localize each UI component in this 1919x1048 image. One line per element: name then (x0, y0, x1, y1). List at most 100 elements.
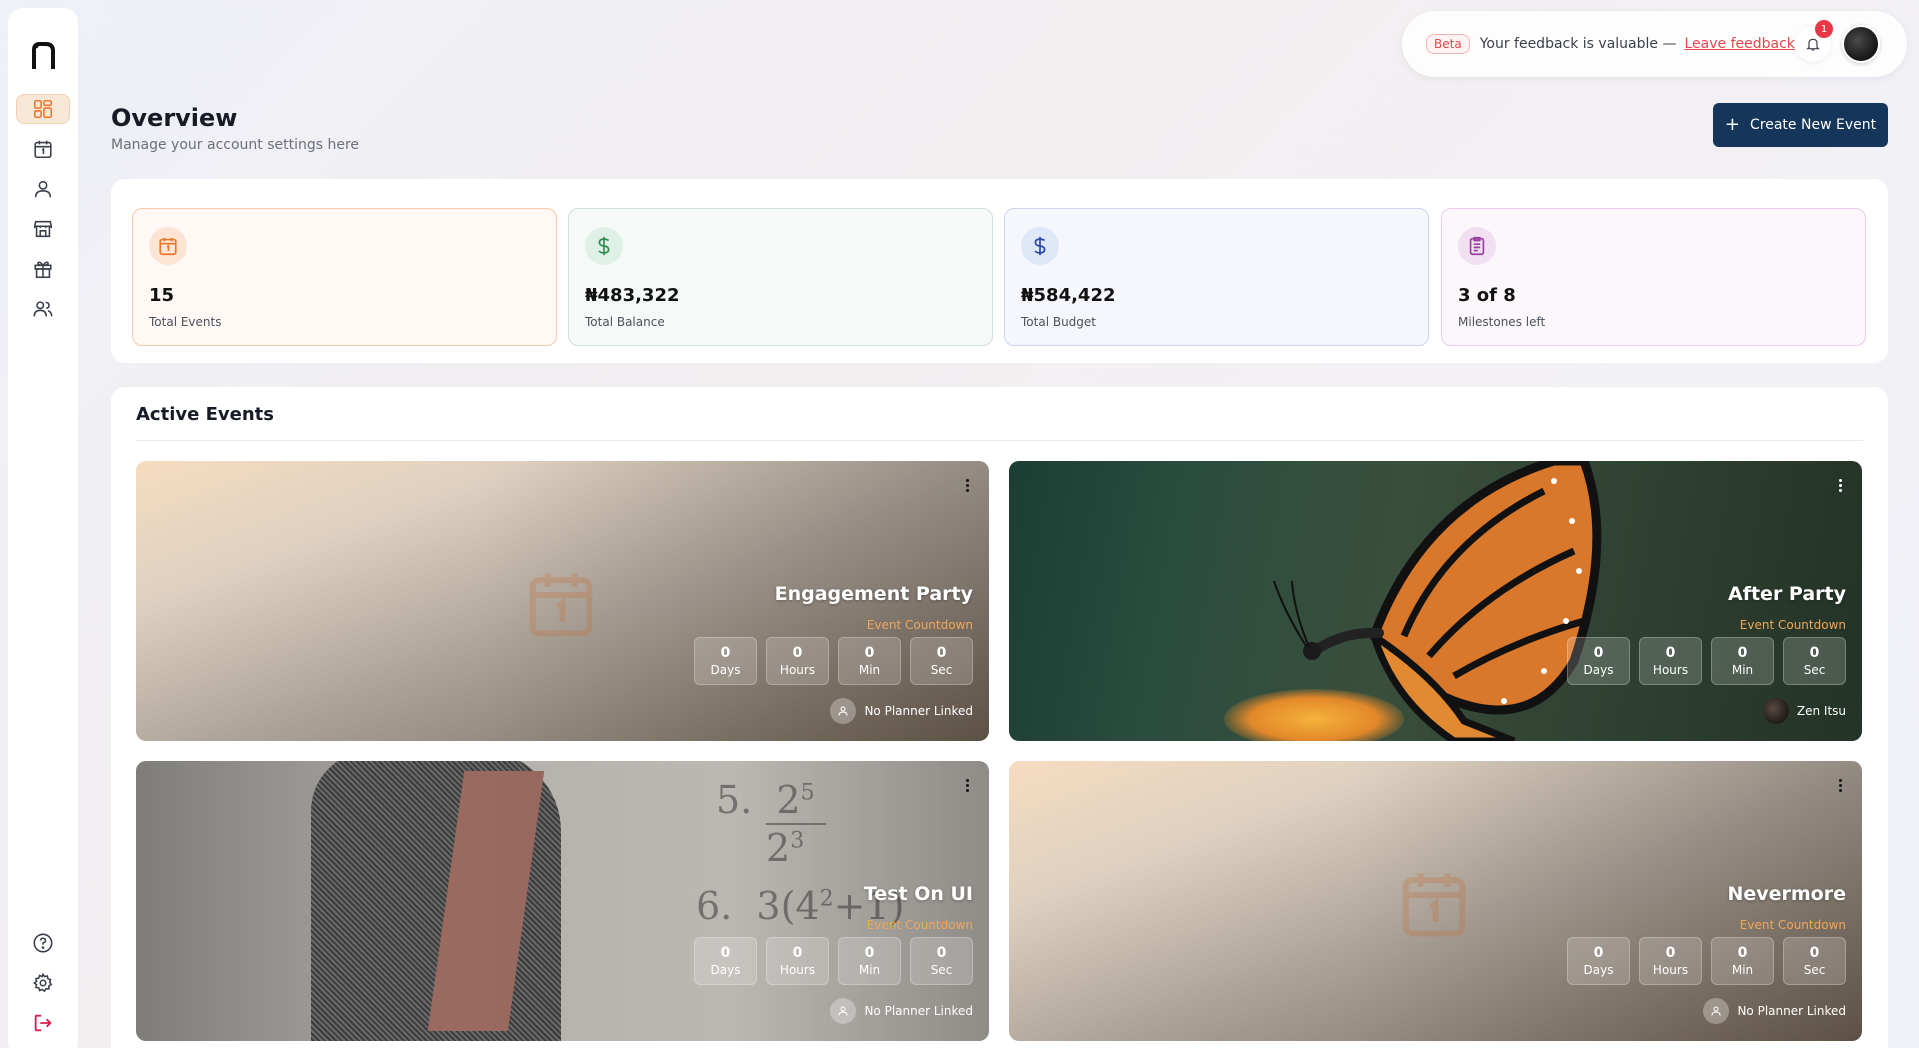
countdown-value: 0 (936, 645, 947, 661)
countdown-min: 0 Min (1711, 637, 1774, 685)
countdown-value: 0 (1665, 945, 1676, 961)
stat-card-total-events[interactable]: 15 Total Events (132, 208, 557, 346)
planner-name: No Planner Linked (1737, 1004, 1846, 1018)
event-card-engagement-party[interactable]: Engagement Party Event Countdown 0 Days 0… (136, 461, 989, 741)
stat-value: 3 of 8 (1458, 285, 1516, 306)
users-icon (33, 301, 53, 317)
countdown-value: 0 (792, 645, 803, 661)
divider (136, 440, 1863, 441)
sidebar-item-profile[interactable] (16, 174, 70, 204)
leave-feedback-link[interactable]: Leave feedback (1684, 36, 1794, 52)
stat-label: Milestones left (1458, 315, 1546, 329)
event-name: Engagement Party (774, 583, 973, 605)
gear-icon (32, 972, 53, 993)
countdown: 0 Days 0 Hours 0 Min 0 Sec (1567, 937, 1846, 985)
countdown-sec: 0 Sec (910, 937, 973, 985)
clipboard-icon (1458, 227, 1496, 265)
stat-value: ₦584,422 (1021, 285, 1116, 306)
stat-card-total-budget[interactable]: ₦584,422 Total Budget (1004, 208, 1429, 346)
countdown: 0 Days 0 Hours 0 Min 0 Sec (1567, 637, 1846, 685)
butterfly-image (1273, 461, 1602, 741)
countdown-unit: Days (710, 963, 741, 977)
stat-card-milestones[interactable]: 3 of 8 Milestones left (1441, 208, 1866, 346)
dashboard-icon (33, 99, 53, 119)
countdown-unit: Hours (779, 963, 816, 977)
countdown: 0 Days 0 Hours 0 Min 0 Sec (694, 637, 973, 685)
user-icon (34, 180, 52, 198)
dollar-icon (585, 227, 623, 265)
countdown-unit: Hours (1652, 963, 1689, 977)
countdown-value: 0 (1665, 645, 1676, 661)
countdown-days: 0 Days (1567, 937, 1630, 985)
more-options-icon[interactable] (961, 475, 973, 495)
countdown-value: 0 (1737, 945, 1748, 961)
more-options-icon[interactable] (1834, 775, 1846, 795)
notifications-button[interactable]: 1 (1795, 20, 1833, 62)
sidebar-item-gifts[interactable] (16, 254, 70, 284)
countdown-hours: 0 Hours (1639, 637, 1702, 685)
planner-name: No Planner Linked (864, 1004, 973, 1018)
stat-card-total-balance[interactable]: ₦483,322 Total Balance (568, 208, 993, 346)
countdown-value: 0 (864, 945, 875, 961)
planner-name: Zen Itsu (1796, 704, 1846, 718)
more-options-icon[interactable] (1834, 475, 1846, 495)
event-countdown-label: Event Countdown (1739, 918, 1846, 932)
countdown-days: 0 Days (694, 637, 757, 685)
stat-value: ₦483,322 (585, 285, 680, 306)
event-countdown-label: Event Countdown (1739, 618, 1846, 632)
countdown-value: 0 (720, 945, 731, 961)
planner-info: No Planner Linked (830, 698, 973, 724)
notification-count-badge: 1 (1815, 20, 1833, 38)
countdown-value: 0 (864, 645, 875, 661)
sidebar-item-events[interactable] (16, 134, 70, 164)
sidebar-item-settings[interactable] (16, 968, 70, 998)
plus-icon: + (1724, 114, 1741, 135)
countdown-hours: 0 Hours (766, 937, 829, 985)
stat-label: Total Budget (1021, 315, 1096, 329)
user-icon (1703, 998, 1730, 1024)
planner-name: No Planner Linked (864, 704, 973, 718)
countdown-value: 0 (1809, 945, 1820, 961)
app-logo[interactable] (31, 41, 57, 69)
sidebar-item-guests[interactable] (16, 294, 70, 324)
sidebar-item-help[interactable] (16, 928, 70, 958)
countdown-sec: 0 Sec (1783, 937, 1846, 985)
stats-panel: 15 Total Events ₦483,322 Total Balance ₦… (111, 179, 1888, 363)
sidebar-item-dashboard[interactable] (16, 94, 70, 124)
user-icon (830, 698, 857, 724)
create-new-event-button[interactable]: + Create New Event (1713, 103, 1888, 147)
help-icon (33, 933, 53, 953)
countdown-value: 0 (720, 645, 731, 661)
event-name: Test On UI (863, 883, 973, 905)
countdown-hours: 0 Hours (766, 637, 829, 685)
event-card-test-on-ui[interactable]: 5. 25 23 6. 3(42+1) Test On UI Event Cou… (136, 761, 989, 1041)
store-icon (33, 220, 53, 238)
page-title: Overview (111, 104, 238, 132)
countdown-hours: 0 Hours (1639, 937, 1702, 985)
event-card-after-party[interactable]: After Party Event Countdown 0 Days 0 Hours… (1009, 461, 1862, 741)
countdown-min: 0 Min (838, 637, 901, 685)
countdown-unit: Min (1731, 663, 1754, 677)
event-card-nevermore[interactable]: Nevermore Event Countdown 0 Days 0 Hours 0… (1009, 761, 1862, 1041)
stat-label: Total Balance (585, 315, 665, 329)
event-name: After Party (1728, 583, 1846, 605)
sidebar-item-logout[interactable] (16, 1008, 70, 1038)
bell-icon (1806, 38, 1820, 51)
countdown-days: 0 Days (1567, 637, 1630, 685)
sidebar-item-vendors[interactable] (16, 214, 70, 244)
countdown-unit: Days (1583, 663, 1614, 677)
page-subtitle: Manage your account settings here (111, 137, 360, 153)
countdown-min: 0 Min (1711, 937, 1774, 985)
more-options-icon[interactable] (961, 775, 973, 795)
active-events-title: Active Events (136, 404, 274, 425)
countdown-value: 0 (792, 945, 803, 961)
planner-avatar (1762, 698, 1789, 724)
countdown-days: 0 Days (694, 937, 757, 985)
countdown: 0 Days 0 Hours 0 Min 0 Sec (694, 937, 973, 985)
planner-info: Zen Itsu (1762, 698, 1846, 724)
avatar[interactable] (1842, 25, 1880, 63)
event-countdown-label: Event Countdown (866, 618, 973, 632)
logout-icon (34, 1014, 52, 1032)
calendar-icon (149, 227, 187, 265)
countdown-sec: 0 Sec (910, 637, 973, 685)
